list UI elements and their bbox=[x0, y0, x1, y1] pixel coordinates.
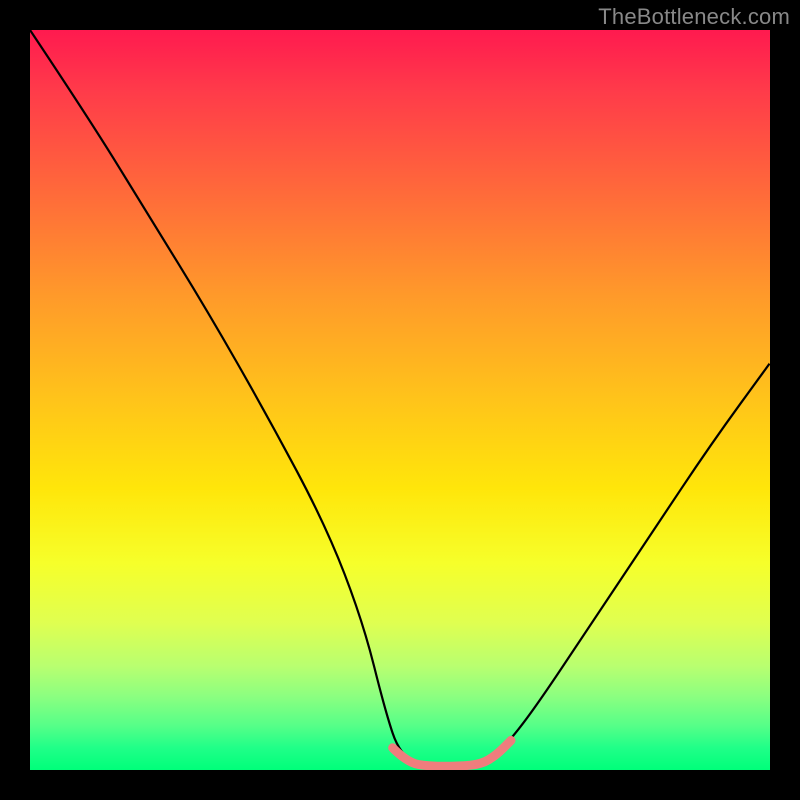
bottleneck-curve bbox=[30, 30, 770, 770]
optimal-zone-marker-path bbox=[393, 740, 511, 766]
optimal-zone-marker bbox=[393, 740, 511, 766]
curve-layer bbox=[30, 30, 770, 770]
plot-area bbox=[30, 30, 770, 770]
watermark-label: TheBottleneck.com bbox=[598, 4, 790, 30]
bottleneck-curve-path bbox=[30, 30, 770, 770]
chart-frame: TheBottleneck.com bbox=[0, 0, 800, 800]
